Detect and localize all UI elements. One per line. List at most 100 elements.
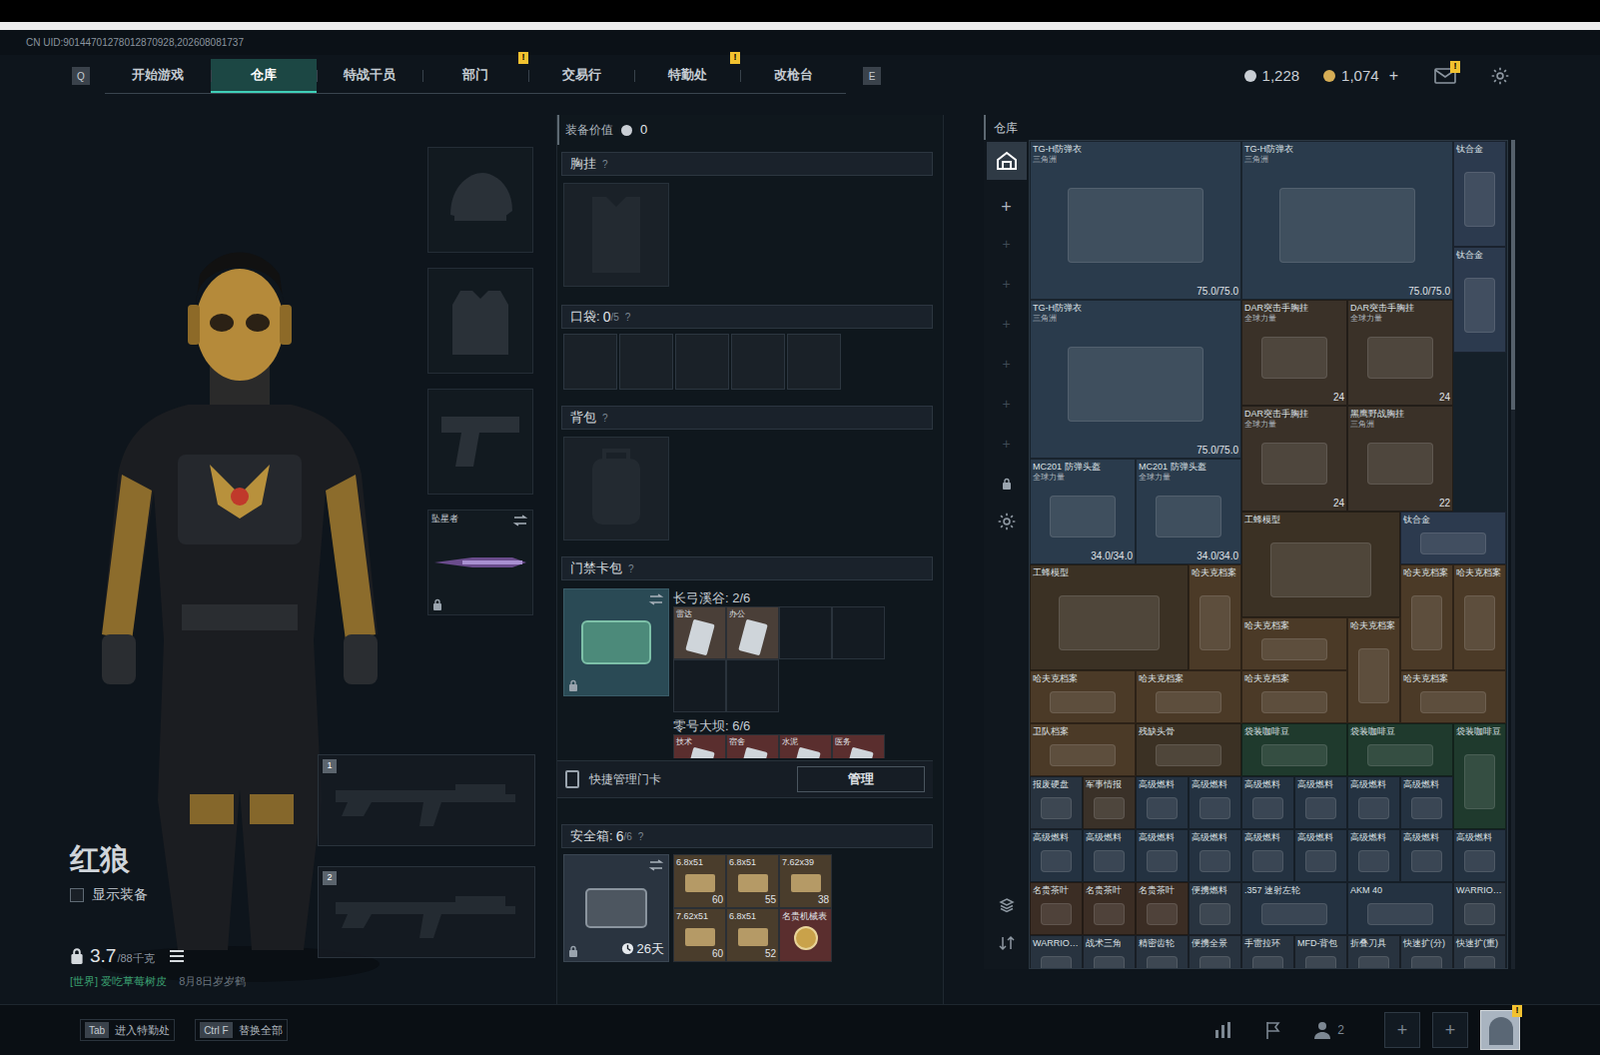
prev-key[interactable]: Q xyxy=(71,66,90,85)
pocket-slot[interactable] xyxy=(731,333,786,390)
warehouse-item[interactable]: TG-H防弹衣三角洲75.0/75.0 xyxy=(1029,140,1242,300)
armor-slot[interactable] xyxy=(427,267,534,374)
team-slot[interactable]: + xyxy=(1384,1011,1421,1048)
warehouse-item[interactable]: 高级燃料 xyxy=(1082,828,1136,882)
shortcut[interactable]: Tab进入特勤处 xyxy=(79,1018,175,1042)
warehouse-item[interactable]: 黑鹰野战胸挂三角洲22 xyxy=(1347,405,1454,512)
warehouse-item[interactable]: 高级燃料 xyxy=(1188,828,1242,882)
warehouse-item[interactable]: 高级燃料 xyxy=(1135,776,1189,829)
warehouse-item[interactable]: 便携燃料 xyxy=(1188,881,1242,935)
melee-slot[interactable]: 坠星者 xyxy=(427,509,534,616)
nav-tab[interactable]: 交易行 xyxy=(528,58,635,93)
warehouse-item[interactable]: DAR突击手胸挂全球力量24 xyxy=(1241,299,1348,406)
warehouse-item[interactable]: 哈夫克档案 xyxy=(1400,670,1507,724)
helmet-slot[interactable] xyxy=(427,146,534,253)
help-mark[interactable]: ? xyxy=(625,309,632,325)
nav-tab[interactable]: 开始游戏 xyxy=(104,58,211,93)
warehouse-item[interactable]: 名贵茶叶 xyxy=(1135,881,1189,935)
pocket-slot[interactable] xyxy=(787,333,841,390)
warehouse-item[interactable]: 袋装咖啡豆 xyxy=(1453,723,1507,829)
warehouse-item[interactable]: 哈夫克档案 xyxy=(1029,670,1136,724)
warehouse-item[interactable]: 手雷拉环 xyxy=(1241,934,1295,969)
safe-box-item[interactable]: 7.62x5160 xyxy=(673,907,727,962)
pocket-slot[interactable] xyxy=(619,333,674,390)
scrollbar-thumb[interactable] xyxy=(1511,139,1516,410)
next-key[interactable]: E xyxy=(862,66,881,85)
keycard[interactable]: 技术 xyxy=(673,734,727,759)
nav-tab[interactable]: 特勤处! xyxy=(634,58,741,93)
warehouse-item[interactable]: 高级燃料 xyxy=(1400,828,1454,882)
warehouse-item[interactable]: 高级燃料 xyxy=(1347,776,1401,829)
warehouse-item[interactable]: 高级燃料 xyxy=(1241,828,1295,882)
nav-tab[interactable]: 特战干员 xyxy=(316,58,423,93)
weapon-slot[interactable]: 2 xyxy=(317,865,536,958)
safe-box-item[interactable]: 6.8x5155 xyxy=(726,853,780,908)
keycard-holder[interactable] xyxy=(563,588,670,697)
checkbox[interactable] xyxy=(69,887,84,902)
warehouse-item[interactable]: 高级燃料 xyxy=(1135,828,1189,882)
avatar[interactable]: ! xyxy=(1480,1009,1521,1050)
warehouse-item[interactable]: 折叠刀具 xyxy=(1347,934,1401,969)
keycard-slot[interactable] xyxy=(779,606,832,660)
warehouse-item[interactable]: 高级燃料 xyxy=(1294,776,1348,829)
warehouse-item[interactable]: 哈夫克档案 xyxy=(1241,670,1348,724)
pistol-slot[interactable] xyxy=(427,388,534,495)
warehouse-item[interactable]: 哈夫克档案 xyxy=(1347,617,1401,724)
warehouse-item[interactable]: 高级燃料 xyxy=(1241,776,1295,829)
safe-box-item[interactable]: 名贵机械表 xyxy=(779,907,832,962)
keycard[interactable]: 宿舍 xyxy=(726,734,780,759)
team-slot[interactable]: + xyxy=(1432,1011,1469,1048)
add-page-button[interactable]: + xyxy=(1000,193,1012,220)
pocket-slot[interactable] xyxy=(563,333,618,390)
warehouse-item[interactable]: 军事情报 xyxy=(1082,776,1136,829)
warehouse-item[interactable]: MC201 防弹头盔全球力量34.0/34.0 xyxy=(1029,458,1136,565)
warehouse-item[interactable]: 名贵茶叶 xyxy=(1082,881,1136,935)
keycard[interactable]: 医务 xyxy=(831,734,885,759)
mail-button[interactable]: ! xyxy=(1434,67,1457,84)
keycard-slot[interactable] xyxy=(673,659,727,713)
keycard[interactable]: 雷达 xyxy=(673,606,727,660)
scrollbar[interactable] xyxy=(1511,139,1516,969)
warehouse-item[interactable]: 卫队档案 xyxy=(1029,723,1136,777)
warehouse-item[interactable]: 精密齿轮 xyxy=(1135,934,1189,969)
warehouse-item[interactable]: 便携全景 xyxy=(1188,934,1242,969)
add-page-button[interactable]: + xyxy=(1001,233,1010,260)
topup-button[interactable]: + xyxy=(1389,63,1399,88)
warehouse-item[interactable]: 战术三角 xyxy=(1082,934,1136,969)
pocket-slot[interactable] xyxy=(675,333,730,390)
add-page-button[interactable]: + xyxy=(1001,353,1010,380)
warehouse-item[interactable]: TG-H防弹衣三角洲75.0/75.0 xyxy=(1241,140,1454,300)
manage-button[interactable]: 管理 xyxy=(797,766,925,793)
safe-box-item[interactable]: 6.8x5152 xyxy=(726,907,780,962)
warehouse-item[interactable]: 钛合金 xyxy=(1453,140,1507,247)
help-mark[interactable]: ? xyxy=(628,561,635,577)
warehouse-item[interactable]: .357 速射左轮 xyxy=(1241,881,1348,935)
warehouse-item[interactable]: TG-H防弹衣三角洲75.0/75.0 xyxy=(1029,299,1242,459)
warehouse-item[interactable]: MFD-背包 xyxy=(1294,934,1348,969)
friends-button[interactable]: 2 xyxy=(1313,1020,1345,1039)
warehouse-item[interactable]: 钛合金 xyxy=(1453,246,1507,353)
add-page-button[interactable]: + xyxy=(1001,313,1010,340)
add-page-button[interactable]: + xyxy=(1001,393,1010,420)
warehouse-item[interactable]: AKM 40 xyxy=(1347,881,1454,935)
warehouse-item[interactable]: 高级燃料 xyxy=(1294,828,1348,882)
keycard[interactable]: 水泥 xyxy=(779,734,832,759)
warehouse-item[interactable]: 高级燃料 xyxy=(1400,776,1454,829)
warehouse-item[interactable]: 高级燃料 xyxy=(1453,828,1507,882)
weapon-slot[interactable]: 1 xyxy=(317,754,536,846)
safe-box-item[interactable]: 7.62x3938 xyxy=(779,853,832,908)
warehouse-item[interactable]: WARRIO… xyxy=(1453,881,1507,935)
warehouse-item[interactable]: 名贵茶叶 xyxy=(1029,881,1083,935)
warehouse-item[interactable]: 工蜂模型 xyxy=(1241,511,1401,618)
keycard[interactable]: 办公 xyxy=(726,606,780,660)
warehouse-item[interactable]: 钛合金 xyxy=(1400,511,1507,565)
warehouse-item[interactable]: MC201 防弹头盔全球力量34.0/34.0 xyxy=(1135,458,1242,565)
warehouse-item[interactable]: DAR突击手胸挂全球力量24 xyxy=(1347,299,1454,406)
warehouse-item[interactable]: 高级燃料 xyxy=(1347,828,1401,882)
help-mark[interactable]: ? xyxy=(638,828,645,844)
warehouse-item[interactable]: 高级燃料 xyxy=(1029,828,1083,882)
warehouse-item[interactable]: 袋装咖啡豆 xyxy=(1347,723,1454,777)
show-equipment-toggle[interactable]: 显示装备 xyxy=(69,883,246,905)
warehouse-item[interactable]: 高级燃料 xyxy=(1188,776,1242,829)
warehouse-item[interactable]: 袋装咖啡豆 xyxy=(1241,723,1348,777)
